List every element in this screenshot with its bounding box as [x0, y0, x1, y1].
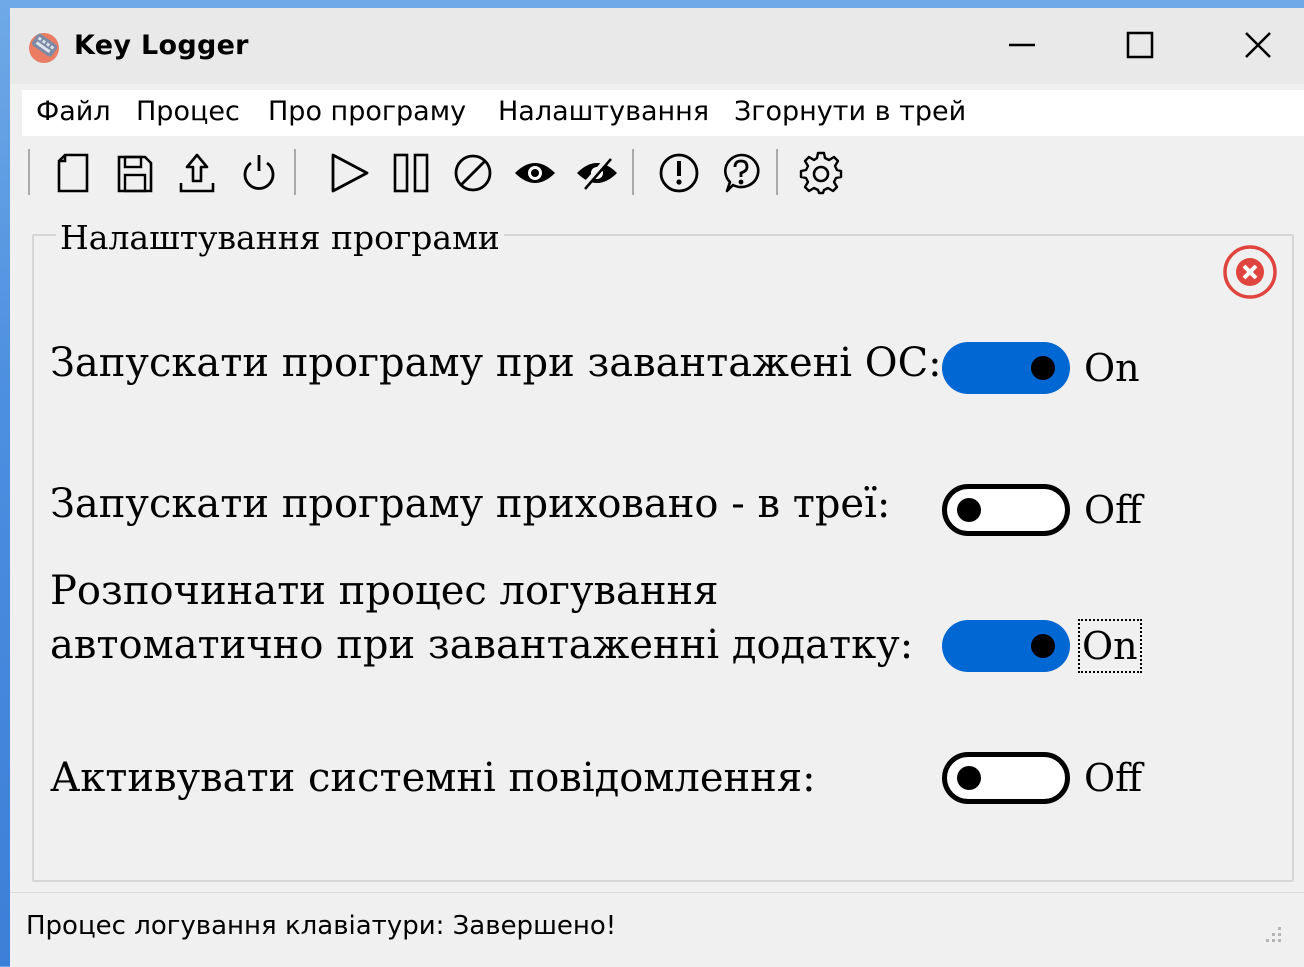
- toolbar-separator: [632, 149, 634, 195]
- autostart-toggle[interactable]: [942, 342, 1070, 394]
- help-button[interactable]: [716, 147, 766, 199]
- setting-start-hidden-label: Запускати програму приховано - в треї:: [50, 481, 891, 527]
- show-button[interactable]: [510, 147, 560, 199]
- upload-button[interactable]: [172, 147, 222, 199]
- maximize-button[interactable]: [1110, 20, 1170, 70]
- save-button[interactable]: [110, 147, 160, 199]
- app-window: Key Logger Файл Процес Про програму Нала…: [10, 8, 1304, 967]
- resize-grip-icon[interactable]: [1264, 925, 1284, 945]
- setting-autostart-label: Запускати програму при завантажені ОС:: [50, 340, 942, 386]
- settings-gear-icon: [799, 151, 843, 195]
- toolbar: [22, 141, 1304, 205]
- status-text: Процес логування клавіатури: Завершено!: [26, 911, 617, 941]
- help-icon: [724, 153, 760, 193]
- close-circle-icon: [1223, 245, 1277, 299]
- title-bar[interactable]: Key Logger: [10, 8, 1304, 84]
- app-logo-icon: [29, 33, 59, 63]
- toggle-knob: [1031, 634, 1055, 658]
- close-settings-button[interactable]: [1222, 244, 1278, 300]
- autolog-toggle[interactable]: [942, 620, 1070, 672]
- setting-autolog-label-line1: Розпочинати процес логування: [50, 568, 719, 614]
- hide-icon: [577, 155, 617, 190]
- hide-button[interactable]: [572, 147, 622, 199]
- pause-icon: [393, 153, 429, 193]
- warning-button[interactable]: [654, 147, 704, 199]
- close-window-button[interactable]: [1228, 20, 1288, 70]
- toggle-knob: [1031, 356, 1055, 380]
- save-icon: [117, 155, 153, 193]
- notifications-state: Off: [1084, 756, 1143, 800]
- stop-button[interactable]: [448, 147, 498, 199]
- toggle-knob: [957, 766, 981, 790]
- power-icon: [243, 155, 275, 190]
- settings-button[interactable]: [796, 147, 846, 199]
- new-file-button[interactable]: [48, 147, 98, 199]
- toolbar-separator: [776, 149, 778, 195]
- stop-icon: [454, 154, 492, 192]
- menu-minimize-to-tray[interactable]: Згорнути в трей: [734, 96, 966, 127]
- toggle-knob: [957, 498, 981, 522]
- menu-bar: Файл Процес Про програму Налаштування Зг…: [22, 90, 1304, 136]
- setting-autolog-label-line2: автоматично при завантаженні додатку:: [50, 622, 914, 668]
- autolog-state: On: [1078, 619, 1142, 673]
- warning-icon: [659, 153, 699, 193]
- close-icon: [1245, 32, 1271, 58]
- play-button[interactable]: [324, 147, 374, 199]
- toolbar-separator: [28, 149, 30, 195]
- minimize-icon: [1009, 43, 1035, 47]
- maximize-icon: [1126, 31, 1154, 59]
- new-file-icon: [57, 153, 89, 193]
- menu-process[interactable]: Процес: [136, 96, 240, 127]
- autostart-state: On: [1084, 346, 1140, 390]
- toolbar-separator: [294, 149, 296, 195]
- minimize-button[interactable]: [992, 20, 1052, 70]
- power-button[interactable]: [234, 147, 284, 199]
- show-icon: [515, 163, 555, 183]
- menu-settings[interactable]: Налаштування: [498, 96, 709, 127]
- upload-icon: [179, 153, 215, 193]
- notifications-toggle[interactable]: [942, 752, 1070, 804]
- setting-notifications-label: Активувати системні повідомлення:: [50, 755, 816, 801]
- play-icon: [331, 153, 369, 193]
- start-hidden-state: Off: [1084, 488, 1143, 532]
- menu-about[interactable]: Про програму: [268, 96, 466, 127]
- start-hidden-toggle[interactable]: [942, 484, 1070, 536]
- settings-group-title: Налаштування програми: [56, 218, 504, 257]
- status-bar: Процес логування клавіатури: Завершено!: [10, 892, 1304, 967]
- window-title: Key Logger: [74, 30, 249, 61]
- pause-button[interactable]: [386, 147, 436, 199]
- menu-file[interactable]: Файл: [36, 96, 111, 127]
